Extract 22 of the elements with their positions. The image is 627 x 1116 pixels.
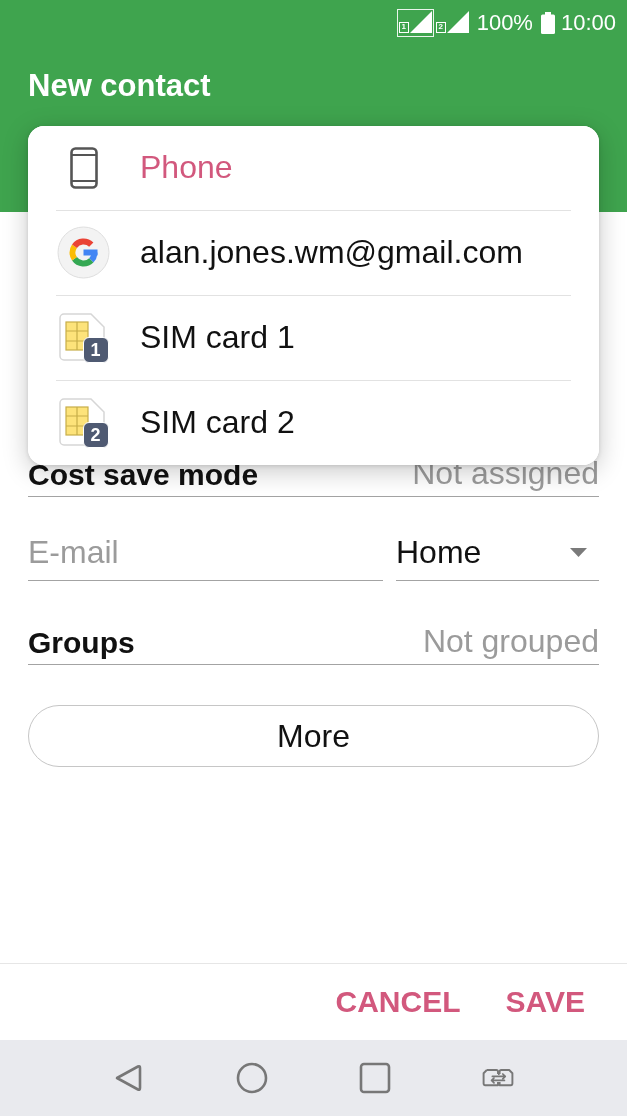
g-logo-icon: [57, 226, 110, 280]
field-label: Groups: [28, 626, 135, 660]
screen-title: New contact: [28, 67, 212, 105]
phone-icon: [69, 146, 98, 189]
save-button[interactable]: SAVE: [491, 977, 599, 1027]
account-option[interactable]: 1 SIM card 1: [28, 296, 599, 380]
type-dropdown[interactable]: Home: [396, 525, 599, 581]
email-field[interactable]: E-mail: [28, 525, 383, 581]
recents-icon[interactable]: [359, 1062, 391, 1094]
account-option[interactable]: Phone: [28, 126, 599, 210]
battery-percent: 100%: [476, 11, 533, 34]
clock-time: 10:00: [560, 11, 616, 34]
field-value: Not grouped: [422, 623, 599, 660]
sim-number: 1: [398, 21, 409, 33]
battery-icon: [540, 11, 555, 34]
home-icon[interactable]: [236, 1062, 268, 1094]
more-button[interactable]: More: [28, 705, 599, 767]
caret-icon: [570, 548, 587, 557]
sim-number: 2: [435, 21, 446, 33]
account-option[interactable]: alan.jones.wm@gmail.com: [28, 211, 599, 295]
cancel-button[interactable]: CANCEL: [321, 977, 475, 1027]
setting-field[interactable]: Groups Not grouped: [28, 609, 599, 665]
